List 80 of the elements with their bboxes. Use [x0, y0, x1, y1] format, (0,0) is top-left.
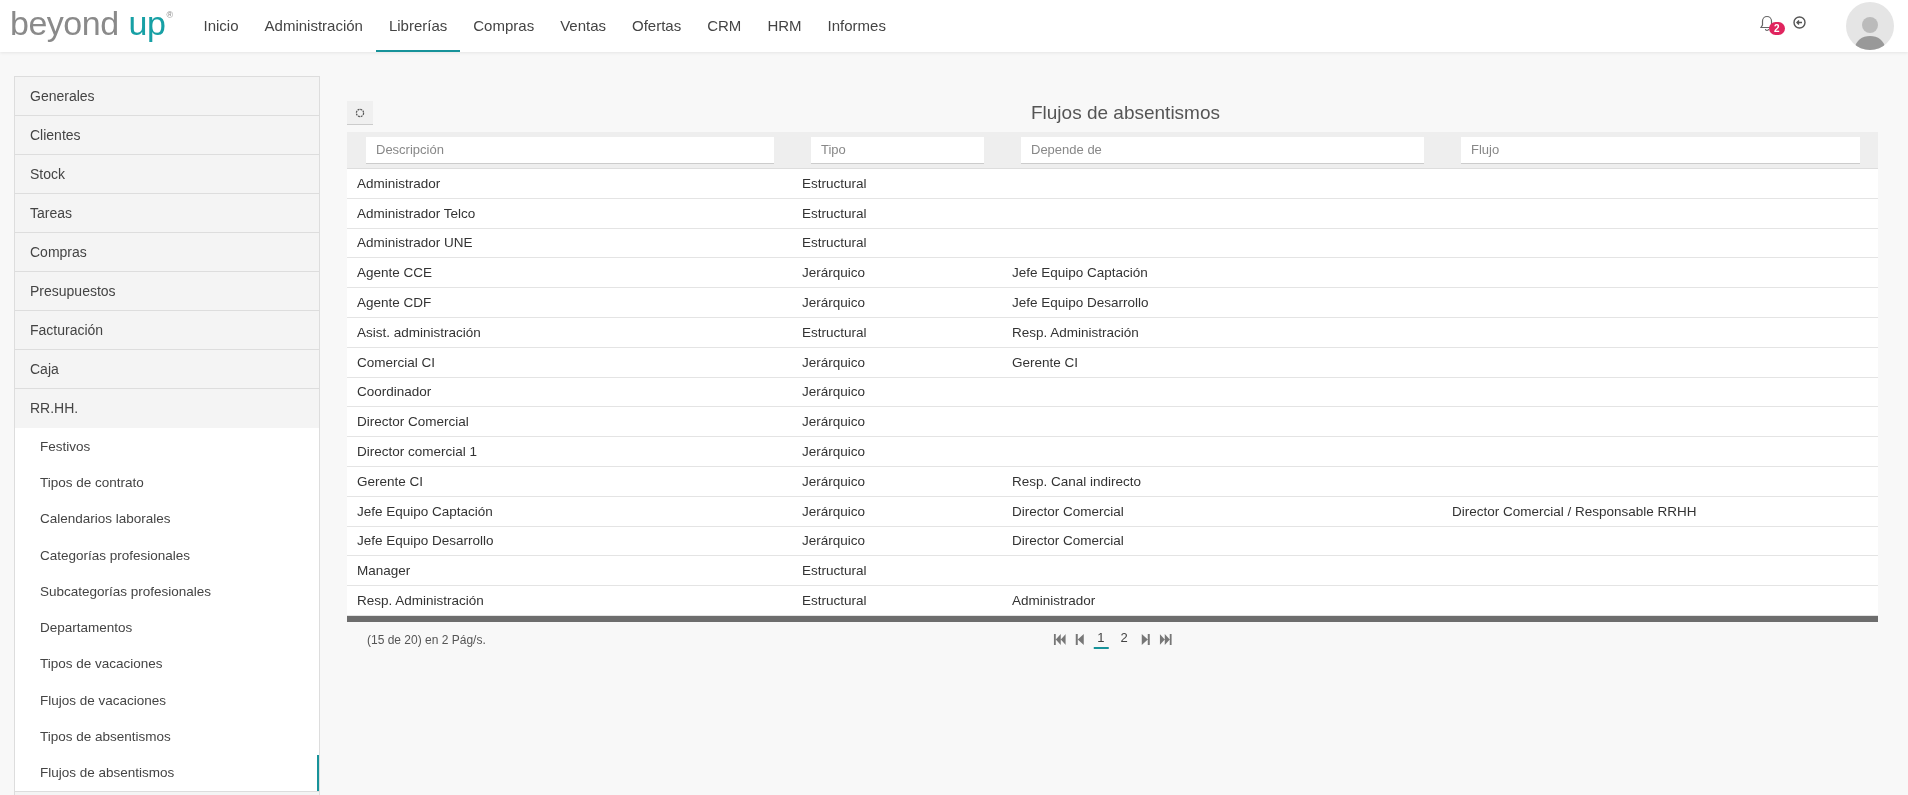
filter-field[interactable]: Depende de: [1021, 136, 1424, 164]
previous-page-button[interactable]: [1073, 634, 1086, 646]
table-cell-text: Director Comercial / Responsable RRHH: [1451, 503, 1698, 519]
filter-field[interactable]: Descripción: [366, 136, 774, 164]
nav-tab[interactable]: Ofertas: [619, 0, 695, 52]
table-cell-text: Jefe Equipo Captación: [1011, 265, 1149, 281]
bell-icon[interactable]: [1759, 15, 1775, 33]
beyond-up-logo[interactable]: beyond up®: [10, 0, 173, 52]
notification-badge: 2: [1769, 22, 1785, 35]
nav-tab[interactable]: CRM: [694, 0, 755, 52]
table-cell-text: Jerárquico: [801, 295, 867, 311]
table-cell-text: Gerente CI: [356, 473, 425, 489]
table-cell-text: Jerárquico: [801, 473, 867, 489]
nav-tab[interactable]: Informes: [814, 0, 899, 52]
table-cell-text: Jerárquico: [801, 444, 867, 460]
last-page-icon: [1159, 634, 1172, 646]
table-cell-text: Jerárquico: [801, 503, 867, 519]
table-cell-text: Estructural: [801, 175, 868, 191]
sidebar-section[interactable]: Tareas: [15, 194, 319, 233]
table-cell-text: Director Comercial: [1011, 533, 1125, 549]
table-cell-text: Jefe Equipo Captación: [356, 503, 494, 519]
first-page-icon: [1053, 634, 1066, 646]
table-cell-text: Estructural: [801, 593, 868, 609]
table-cell-text: Comercial CI: [356, 354, 436, 370]
first-page-button[interactable]: [1053, 634, 1066, 646]
nav-tab[interactable]: Administración: [251, 0, 376, 52]
table-cell-text: Agente CDF: [356, 295, 433, 311]
table-cell-text: Jerárquico: [801, 265, 867, 281]
page-link[interactable]: 2: [1116, 630, 1132, 650]
previous-page-icon: [1073, 634, 1086, 646]
table-cell-text: Administrador: [1011, 593, 1097, 609]
table-cell-text: Coordinador: [356, 384, 433, 400]
sidebar-section[interactable]: Facturación: [15, 311, 319, 350]
table-cell-text: Jefe Equipo Desarrollo: [356, 533, 495, 549]
last-page-button[interactable]: [1159, 634, 1172, 646]
sidebar-section[interactable]: RR.HH.: [15, 389, 319, 428]
table-cell-text: Administrador Telco: [356, 205, 477, 221]
filter-field[interactable]: Tipo: [811, 136, 984, 164]
nav-tab[interactable]: Ventas: [547, 0, 619, 52]
sidebar-section[interactable]: Clientes: [15, 116, 319, 155]
table-cell-text: Resp. Administración: [1011, 324, 1140, 340]
nav-tab[interactable]: Compras: [460, 0, 548, 52]
logout-icon[interactable]: [1793, 15, 1806, 29]
table-cell-text: Director Comercial: [1011, 503, 1125, 519]
nav-tab[interactable]: Inicio: [190, 0, 252, 52]
table-cell-text: Estructural: [801, 235, 868, 251]
sidebar-section[interactable]: Presupuestos: [15, 272, 319, 311]
page-link[interactable]: 1: [1093, 630, 1109, 650]
page-title: Flujos de absentismos: [1029, 102, 1221, 124]
table-cell-text: Agente CCE: [356, 265, 434, 281]
table-cell-text: Resp. Administración: [356, 593, 485, 609]
gear-icon: [354, 106, 366, 119]
table-cell-text: Asist. administración: [356, 324, 482, 340]
table-cell-text: Estructural: [801, 205, 868, 221]
table-cell-text: Jerárquico: [801, 354, 867, 370]
next-page-button[interactable]: [1139, 634, 1152, 646]
table-cell-text: Manager: [356, 563, 412, 579]
sidebar-section[interactable]: Stock: [15, 155, 319, 194]
table-cell-text: Jefe Equipo Desarrollo: [1011, 295, 1150, 311]
sidebar-section[interactable]: Caja: [15, 350, 319, 389]
table-cell-text: Director Comercial: [356, 414, 470, 430]
sidebar-section[interactable]: Generales: [15, 77, 319, 116]
table-cell-text: Jerárquico: [801, 414, 867, 430]
user-avatar[interactable]: [1846, 2, 1894, 50]
nav-tab[interactable]: Librerías: [375, 0, 461, 52]
table-cell-text: Administrador UNE: [356, 235, 474, 251]
table-cell-text: Estructural: [801, 563, 868, 579]
sidebar-section[interactable]: Compras: [15, 233, 319, 272]
table-cell-text: Administrador: [356, 175, 442, 191]
filter-field[interactable]: Flujo: [1461, 136, 1860, 164]
table-cell-text: Gerente CI: [1011, 354, 1080, 370]
table-cell-text: Jerárquico: [801, 533, 867, 549]
next-page-icon: [1139, 634, 1152, 646]
table-cell-text: Resp. Canal indirecto: [1011, 473, 1143, 489]
table-cell-text: Estructural: [801, 324, 868, 340]
settings-button[interactable]: [347, 101, 373, 125]
table-cell-text: Jerárquico: [801, 384, 867, 400]
nav-tab[interactable]: HRM: [754, 0, 815, 52]
pagination-summary: (15 de 20) en 2 Pág/s.: [367, 632, 486, 647]
table-cell-text: Director comercial 1: [356, 444, 479, 460]
